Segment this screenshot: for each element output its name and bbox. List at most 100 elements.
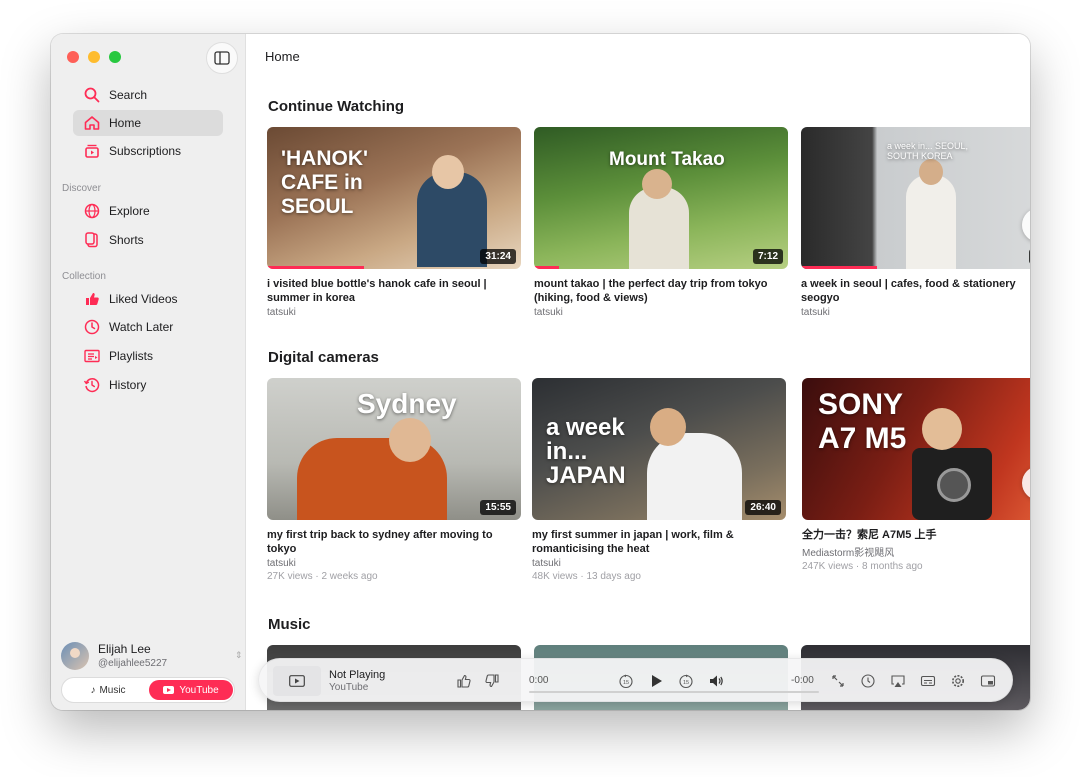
video-card[interactable]: Mount Takao 7:12 mount takao | the perfe… (534, 127, 788, 318)
music-tab-label: Music (99, 684, 126, 696)
sidebar-item-label: Search (109, 88, 148, 102)
thumbs-up-icon (457, 674, 471, 688)
shorts-icon (85, 232, 98, 248)
time-elapsed: 0:00 (529, 675, 549, 686)
subscriptions-icon (85, 144, 99, 158)
airplay-button[interactable] (889, 672, 907, 690)
home-icon (84, 116, 100, 130)
section-title-digital-cameras: Digital cameras (268, 349, 379, 366)
picture-in-picture-button[interactable] (979, 672, 997, 690)
sidebar-item-label: Liked Videos (109, 292, 178, 306)
video-title[interactable]: my first summer in japan | work, film & … (532, 528, 786, 556)
page-title: Home (265, 49, 300, 64)
video-card[interactable]: a week in... JAPAN 26:40 my first summer… (532, 378, 786, 582)
user-account[interactable]: Elijah Lee @elijahlee5227 ⇕ (61, 640, 243, 672)
thumbnail-overlay-text: a week in... JAPAN (546, 414, 626, 489)
skip-back-button[interactable]: 15 (617, 672, 635, 690)
watch-progress-bar (801, 266, 878, 269)
duration-badge: 24 (1028, 249, 1030, 264)
sidebar-icon (214, 51, 230, 65)
sidebar-item-label: Subscriptions (109, 144, 182, 158)
chevron-updown-icon: ⇕ (235, 650, 243, 660)
video-title[interactable]: a week in seoul | cafes, food & statione… (801, 277, 1030, 291)
sidebar-item-label: Shorts (109, 233, 144, 247)
timer-icon (861, 674, 875, 688)
watch-progress-bar (534, 266, 560, 269)
settings-button[interactable] (949, 672, 967, 690)
playback-scrubber[interactable] (529, 691, 819, 693)
globe-icon (84, 203, 100, 219)
pip-icon (980, 675, 996, 687)
time-remaining: -0:00 (791, 675, 814, 686)
skip-forward-button[interactable]: 15 (677, 672, 695, 690)
video-channel[interactable]: tatsuki (267, 558, 521, 569)
youtube-tab[interactable]: YouTube (149, 680, 233, 700)
video-channel[interactable]: tatsuki (801, 307, 1030, 318)
video-thumbnail[interactable]: Sydney 15:55 (267, 378, 521, 520)
gear-icon (952, 675, 964, 687)
sidebar-item-label: Explore (109, 204, 150, 218)
sidebar-item-subscriptions[interactable]: Subscriptions (73, 138, 223, 164)
sidebar-item-label: Watch Later (109, 320, 174, 334)
sidebar-item-label: History (109, 378, 147, 392)
svg-text:15: 15 (623, 680, 629, 686)
section-title-music: Music (268, 616, 311, 633)
sidebar-item-playlists[interactable]: Playlists (73, 343, 223, 369)
sidebar-item-home[interactable]: Home (73, 110, 223, 136)
video-thumbnail[interactable]: SONY A7 M5 18 (802, 378, 1030, 520)
video-thumbnail[interactable]: 'HANOK' CAFE in SEOUL 31:24 (267, 127, 521, 269)
expand-player-button[interactable] (829, 672, 847, 690)
skip-forward-15-icon: 15 (679, 674, 693, 689)
sleep-timer-button[interactable] (859, 672, 877, 690)
video-card[interactable]: SONY A7 M5 18 全力一击？索尼 A7M5 上手 Mediastorm… (802, 378, 1030, 572)
expand-icon (832, 675, 844, 687)
video-title[interactable]: mount takao | the perfect day trip from … (534, 277, 788, 305)
close-window-button[interactable] (67, 51, 79, 63)
thumbnail-overlay-text: a week in... SEOUL, SOUTH KOREA (887, 141, 969, 161)
clock-icon (84, 319, 100, 335)
sidebar-item-liked-videos[interactable]: Liked Videos (73, 286, 223, 312)
sidebar-item-label: Playlists (109, 349, 154, 363)
captions-button[interactable] (919, 672, 937, 690)
video-thumbnail[interactable]: a week in... SEOUL, SOUTH KOREA 24 (801, 127, 1030, 269)
play-button[interactable] (647, 672, 665, 690)
video-title[interactable]: my first trip back to sydney after movin… (267, 528, 521, 556)
volume-button[interactable] (707, 672, 725, 690)
video-channel[interactable]: Mediastorm影视飓风 (802, 544, 1030, 559)
app-window: Search Home Subscriptions Discover Explo… (51, 34, 1030, 710)
discover-section-label: Discover (62, 183, 101, 194)
sidebar-item-explore[interactable]: Explore (73, 198, 223, 224)
app-switcher: ♪ Music YouTube (61, 677, 235, 703)
speaker-icon (710, 675, 723, 687)
dislike-button[interactable] (483, 672, 501, 690)
zoom-window-button[interactable] (109, 51, 121, 63)
sidebar-item-search[interactable]: Search (73, 82, 223, 108)
minimize-window-button[interactable] (88, 51, 100, 63)
sidebar: Search Home Subscriptions Discover Explo… (51, 34, 246, 710)
video-card[interactable]: 'HANOK' CAFE in SEOUL 31:24 i visited bl… (267, 127, 521, 318)
history-icon (83, 378, 100, 393)
sidebar-item-history[interactable]: History (73, 372, 223, 398)
video-title[interactable]: i visited blue bottle's hanok cafe in se… (267, 277, 521, 305)
video-card[interactable]: Sydney 15:55 my first trip back to sydne… (267, 378, 521, 582)
duration-badge: 31:24 (480, 249, 516, 264)
now-playing-artwork[interactable] (273, 666, 321, 696)
sidebar-toggle-button[interactable] (206, 42, 238, 74)
video-channel[interactable]: tatsuki (267, 307, 521, 318)
video-play-icon (289, 675, 305, 687)
video-thumbnail[interactable]: Mount Takao 7:12 (534, 127, 788, 269)
music-tab[interactable]: ♪ Music (68, 681, 148, 699)
sidebar-item-shorts[interactable]: Shorts (73, 227, 223, 253)
thumbnail-overlay-text: Mount Takao (609, 149, 725, 170)
video-channel[interactable]: tatsuki (534, 307, 788, 318)
video-card[interactable]: a week in... SEOUL, SOUTH KOREA 24 a wee… (801, 127, 1030, 318)
video-thumbnail[interactable]: a week in... JAPAN 26:40 (532, 378, 786, 520)
video-channel[interactable]: tatsuki (532, 558, 786, 569)
video-title[interactable]: 全力一击？索尼 A7M5 上手 (802, 528, 1030, 542)
video-meta: 48K views · 13 days ago (532, 571, 641, 582)
sidebar-item-watch-later[interactable]: Watch Later (73, 314, 223, 340)
playlist-icon (84, 349, 100, 363)
video-title-continued[interactable]: seogyo (801, 291, 1030, 305)
avatar (61, 642, 89, 670)
like-button[interactable] (455, 672, 473, 690)
